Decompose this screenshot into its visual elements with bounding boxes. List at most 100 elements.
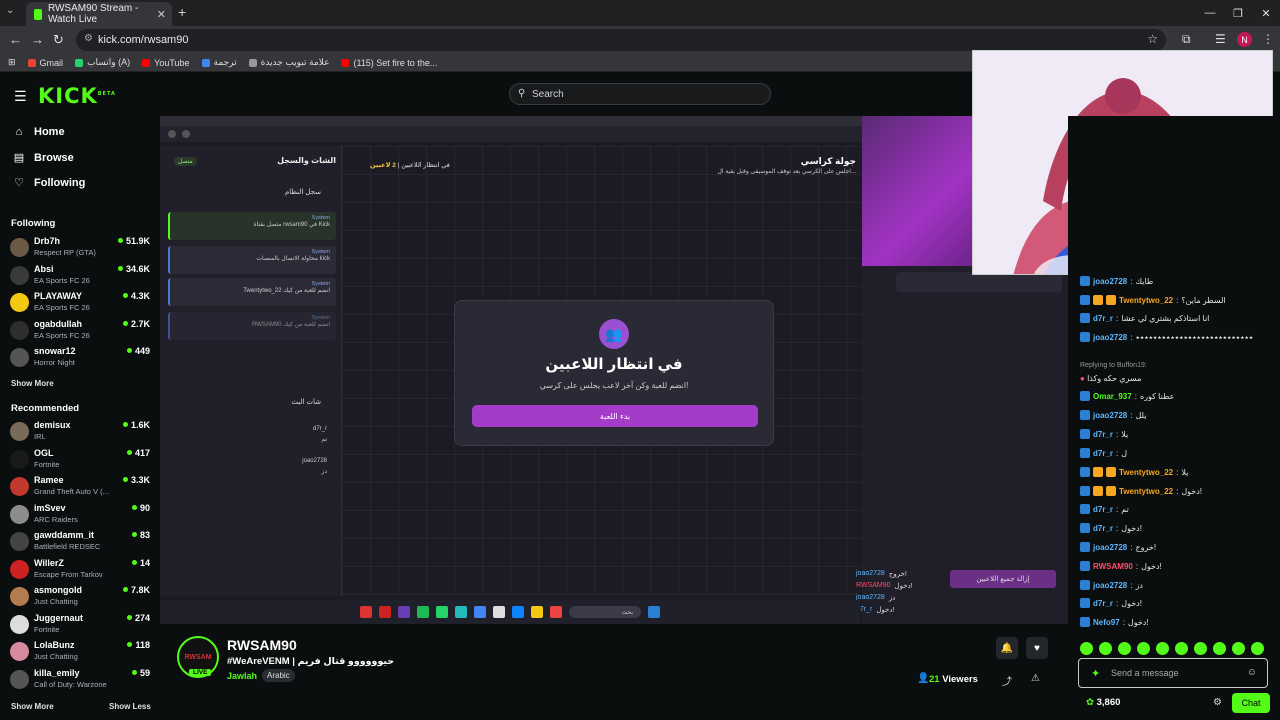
chat-username[interactable]: Twentytwo_22: [1119, 487, 1173, 496]
chat-username[interactable]: joao2728: [1093, 581, 1127, 590]
emote-icon[interactable]: [1156, 642, 1169, 655]
emote-icon[interactable]: [1118, 642, 1131, 655]
bookmark-gmail[interactable]: Gmail: [27, 58, 63, 68]
chat-username[interactable]: joao2728: [1093, 333, 1127, 342]
show-less-button[interactable]: Show Less: [109, 702, 151, 711]
verified-badge-icon: [1080, 542, 1090, 552]
profile-avatar[interactable]: N: [1237, 32, 1252, 47]
sparkle-icon[interactable]: ✦: [1091, 667, 1100, 680]
chat-username[interactable]: Twentytwo_22: [1119, 296, 1173, 305]
apps-grid-icon[interactable]: ⊞: [8, 57, 16, 68]
chat-username[interactable]: Nefo97: [1093, 618, 1120, 627]
emote-icon[interactable]: [1194, 642, 1207, 655]
app-icon: [360, 606, 372, 618]
active-tab[interactable]: RWSAM90 Stream - Watch Live ✕: [26, 2, 172, 26]
following-channel[interactable]: Absi EA Sports FC 26 34.6K: [10, 264, 150, 290]
chat-settings-icon[interactable]: ⚙: [1213, 697, 1222, 708]
emoji-icon[interactable]: ☺: [1247, 667, 1257, 678]
media-icon[interactable]: ☰: [1215, 32, 1226, 46]
menu-icon[interactable]: ☰: [14, 88, 27, 105]
emote-icon[interactable]: [1213, 642, 1226, 655]
recommended-channel[interactable]: LolaBunz Just Chatting 118: [10, 640, 150, 666]
notification-bell-button[interactable]: 🔔: [996, 637, 1018, 659]
chat-message-input[interactable]: ✦ Send a message ☺: [1078, 658, 1268, 688]
show-more-following[interactable]: Show More: [11, 379, 54, 388]
chat-username[interactable]: Twentytwo_22: [1119, 468, 1173, 477]
chat-username[interactable]: d7r_r: [1093, 524, 1113, 533]
emote-icon[interactable]: [1099, 642, 1112, 655]
nav-home[interactable]: ⌂ Home: [12, 126, 65, 138]
tab-search-icon[interactable]: ⌄: [6, 5, 14, 16]
bookmark-translate[interactable]: ترجمة: [201, 57, 237, 68]
back-icon[interactable]: ←: [9, 32, 22, 47]
emote-icon[interactable]: [1232, 642, 1245, 655]
streamer-name[interactable]: RWSAM90: [227, 637, 297, 653]
stream-category[interactable]: Jawlah: [227, 671, 257, 681]
follow-heart-button[interactable]: ♥: [1026, 637, 1048, 659]
recommended-channel[interactable]: gawddamm_it Battlefield REDSEC 83: [10, 530, 150, 556]
recommended-channel[interactable]: Juggernaut Fortnite 274: [10, 613, 150, 639]
nav-following[interactable]: ♡ Following: [12, 176, 85, 190]
verified-badge-icon: [1080, 276, 1090, 286]
search-input[interactable]: ⚲ Search: [509, 83, 771, 105]
recommended-channel[interactable]: asmongold Just Chatting 7.8K: [10, 585, 150, 611]
site-info-icon[interactable]: ⚙: [84, 33, 93, 44]
language-tag[interactable]: Arabic: [262, 669, 295, 682]
heart-icon: ♡: [14, 177, 24, 189]
following-channel[interactable]: Drb7h Respect RP (GTA) 51.9K: [10, 236, 150, 262]
send-chat-button[interactable]: Chat: [1232, 693, 1270, 713]
video-player[interactable]: الشات والسجل متصل سجل النظام System متصل …: [160, 116, 1068, 624]
close-window-icon[interactable]: ✕: [1252, 0, 1280, 26]
channel-avatar: [10, 422, 29, 441]
heart-icon: ♥: [1034, 642, 1040, 654]
emote-icon[interactable]: [1175, 642, 1188, 655]
emote-icon[interactable]: [1080, 642, 1093, 655]
recommended-channel[interactable]: OGL Fortnite 417: [10, 448, 150, 474]
minimize-icon[interactable]: —: [1196, 0, 1224, 26]
bookmark-star-icon[interactable]: ☆: [1147, 32, 1158, 46]
bookmark-whatsapp[interactable]: واتساب (A): [75, 57, 130, 68]
url-input[interactable]: ⚙ kick.com/rwsam90 ☆: [76, 29, 1166, 51]
bookmark-set-fire[interactable]: (115) Set fire to the...: [341, 58, 437, 68]
chat-username[interactable]: d7r_r: [1093, 430, 1113, 439]
bookmark-youtube[interactable]: YouTube: [142, 58, 190, 68]
channel-points[interactable]: ✿ 3,860: [1086, 697, 1120, 708]
emote-icon[interactable]: [1137, 642, 1150, 655]
following-channel[interactable]: PLAYAWAY EA Sports FC 26 4.3K: [10, 291, 150, 317]
chat-username[interactable]: Omar_937: [1093, 392, 1132, 401]
game-round-subtitle: اجلس على الكرسي بعد توقف الموسيقى وقبل ب…: [717, 169, 856, 175]
chat-text: السطر ماين؟: [1181, 295, 1226, 305]
player-event-row: joao2728 دز: [856, 594, 896, 602]
verified-badge-icon: [1080, 561, 1090, 571]
recommended-channel[interactable]: WillerZ Escape From Tarkov 14: [10, 558, 150, 584]
forward-icon[interactable]: →: [31, 32, 44, 47]
recommended-channel[interactable]: demisux IRL 1.6K: [10, 420, 150, 446]
chat-username[interactable]: d7r_r: [1093, 449, 1113, 458]
share-icon[interactable]: ⤴: [1002, 673, 1012, 688]
nav-browse[interactable]: ▤ Browse: [12, 151, 74, 165]
reload-icon[interactable]: ↻: [53, 32, 64, 48]
following-channel[interactable]: snowar12 Horror Night 449: [10, 346, 150, 372]
browser-menu-icon[interactable]: ⋮: [1262, 32, 1274, 46]
chat-username[interactable]: joao2728: [1093, 411, 1127, 420]
restore-icon[interactable]: ❐: [1224, 0, 1252, 26]
new-tab-icon[interactable]: +: [178, 4, 186, 20]
chat-username[interactable]: RWSAM90: [1093, 562, 1133, 571]
show-more-recommended[interactable]: Show More: [11, 702, 54, 711]
recommended-channel[interactable]: killa_emily Call of Duty: Warzone 59: [10, 668, 150, 694]
kick-logo[interactable]: KICKBETA: [38, 84, 116, 108]
chat-username[interactable]: d7r_r: [1093, 505, 1113, 514]
bookmark-new-tab[interactable]: علامة تبويب جديدة: [248, 57, 329, 68]
chat-username[interactable]: d7r_r: [1093, 599, 1113, 608]
chat-username[interactable]: joao2728: [1093, 277, 1127, 286]
close-tab-icon[interactable]: ✕: [157, 8, 166, 21]
following-channel[interactable]: ogabdullah EA Sports FC 26 2.7K: [10, 319, 150, 345]
recommended-channel[interactable]: Ramee Grand Theft Auto V (... 3.3K: [10, 475, 150, 501]
report-warning-icon[interactable]: ⚠: [1031, 673, 1040, 684]
recommended-channel[interactable]: imSvev ARC Raiders 90: [10, 503, 150, 529]
chat-username[interactable]: joao2728: [1093, 543, 1127, 552]
chat-username[interactable]: d7r_r: [1093, 314, 1113, 323]
chat-text: دخول!: [1181, 486, 1203, 496]
extensions-icon[interactable]: ⧉: [1182, 32, 1191, 47]
emote-icon[interactable]: [1251, 642, 1264, 655]
